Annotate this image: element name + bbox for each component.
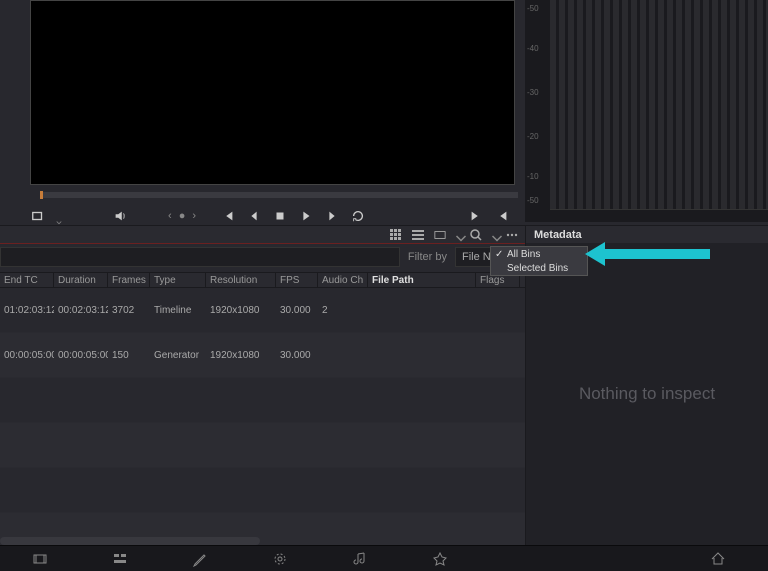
column-audio-ch[interactable]: Audio Ch <box>318 273 368 287</box>
cell-frames: 150 <box>108 348 150 363</box>
check-icon: ✓ <box>495 249 507 260</box>
cell-resolution: 1920x1080 <box>206 348 276 363</box>
cell-duration: 00:00:05:00 <box>54 348 108 363</box>
deliver-page-button[interactable] <box>400 546 480 571</box>
metadata-body: Nothing to inspect <box>526 243 768 545</box>
db-tick: -30 <box>527 88 539 97</box>
db-tick: -40 <box>527 44 539 53</box>
edit-page-button[interactable] <box>160 546 240 571</box>
playhead[interactable] <box>40 191 43 199</box>
column-duration[interactable]: Duration <box>54 273 108 287</box>
media-page-button[interactable] <box>0 546 80 571</box>
cell-file-path <box>368 308 476 312</box>
metadata-header: Metadata <box>526 225 768 243</box>
cell-type: Generator <box>150 348 206 363</box>
fusion-page-button[interactable] <box>240 546 320 571</box>
media-pool-toolbar <box>0 225 525 243</box>
annotation-arrow <box>585 246 710 262</box>
thumbnail-view-button[interactable] <box>389 228 403 242</box>
search-input[interactable] <box>0 247 400 267</box>
go-last-button[interactable] <box>468 208 484 224</box>
aspect-selector[interactable] <box>30 208 46 224</box>
match-frame-button[interactable] <box>494 208 510 224</box>
table-body: 01:02:03:12 00:02:03:12 3702 Timeline 19… <box>0 288 525 558</box>
cell-fps: 30.000 <box>276 348 318 363</box>
db-tick: -50 <box>527 4 539 13</box>
media-pool-table: End TC Duration Frames Type Resolution F… <box>0 272 525 558</box>
next-frame-button[interactable] <box>324 208 340 224</box>
clip-view-selector[interactable] <box>433 228 447 242</box>
column-file-path[interactable]: File Path <box>368 273 476 287</box>
cell-audio-ch: 2 <box>318 303 368 318</box>
cell-type: Timeline <box>150 303 206 318</box>
db-tick: -50 <box>527 196 539 205</box>
home-button[interactable] <box>678 546 758 571</box>
cell-audio-ch <box>318 353 368 357</box>
prev-frame-button[interactable] <box>246 208 262 224</box>
db-tick: -10 <box>527 172 539 181</box>
transport-bar: ‹ ● › <box>30 205 520 227</box>
source-viewer <box>30 0 520 225</box>
column-fps[interactable]: FPS <box>276 273 318 287</box>
stop-button[interactable] <box>272 208 288 224</box>
meter-bars <box>550 0 768 210</box>
video-frame[interactable] <box>30 0 515 185</box>
audio-meters-panel: -50 -40 -30 -20 -10 -50 <box>525 0 768 222</box>
filter-by-label: Filter by <box>400 251 455 263</box>
cell-flags <box>476 353 520 357</box>
menu-item-selected-bins[interactable]: Selected Bins <box>491 261 587 275</box>
cell-resolution: 1920x1080 <box>206 303 276 318</box>
search-scope-menu: ✓ All Bins Selected Bins <box>490 246 588 276</box>
options-button[interactable] <box>505 228 519 242</box>
cell-end-tc: 01:02:03:12 <box>0 303 54 318</box>
cell-frames: 3702 <box>108 303 150 318</box>
menu-item-all-bins[interactable]: ✓ All Bins <box>491 247 587 261</box>
cell-end-tc: 00:00:05:00 <box>0 348 54 363</box>
horizontal-scrollbar[interactable] <box>0 537 260 545</box>
column-resolution[interactable]: Resolution <box>206 273 276 287</box>
column-frames[interactable]: Frames <box>108 273 150 287</box>
go-first-button[interactable] <box>220 208 236 224</box>
chevron-down-icon <box>455 232 461 238</box>
play-button[interactable] <box>298 208 314 224</box>
scrubber[interactable] <box>40 192 518 198</box>
menu-item-label: Selected Bins <box>507 263 568 274</box>
search-button[interactable] <box>469 228 483 242</box>
table-row <box>0 378 525 423</box>
menu-item-label: All Bins <box>507 249 540 260</box>
filter-row: Filter by File Name <box>0 247 525 267</box>
table-row <box>0 423 525 468</box>
column-type[interactable]: Type <box>150 273 206 287</box>
chevron-down-icon <box>56 213 62 219</box>
list-view-button[interactable] <box>411 228 425 242</box>
fairlight-page-button[interactable] <box>320 546 400 571</box>
table-row[interactable]: 00:00:05:00 00:00:05:00 150 Generator 19… <box>0 333 525 378</box>
cut-page-button[interactable] <box>80 546 160 571</box>
empty-state-text: Nothing to inspect <box>579 384 715 404</box>
cell-fps: 30.000 <box>276 303 318 318</box>
table-row[interactable]: 01:02:03:12 00:02:03:12 3702 Timeline 19… <box>0 288 525 333</box>
separator <box>0 243 525 244</box>
table-row <box>0 468 525 513</box>
cell-file-path <box>368 353 476 357</box>
table-header: End TC Duration Frames Type Resolution F… <box>0 272 525 288</box>
column-end-tc[interactable]: End TC <box>0 273 54 287</box>
page-navigation <box>0 545 768 571</box>
cell-duration: 00:02:03:12 <box>54 303 108 318</box>
loop-button[interactable] <box>350 208 366 224</box>
volume-icon[interactable] <box>112 208 128 224</box>
chevron-down-icon <box>491 232 497 238</box>
db-scale: -50 -40 -30 -20 -10 -50 <box>525 0 545 210</box>
db-tick: -20 <box>527 132 539 141</box>
cell-flags <box>476 308 520 312</box>
